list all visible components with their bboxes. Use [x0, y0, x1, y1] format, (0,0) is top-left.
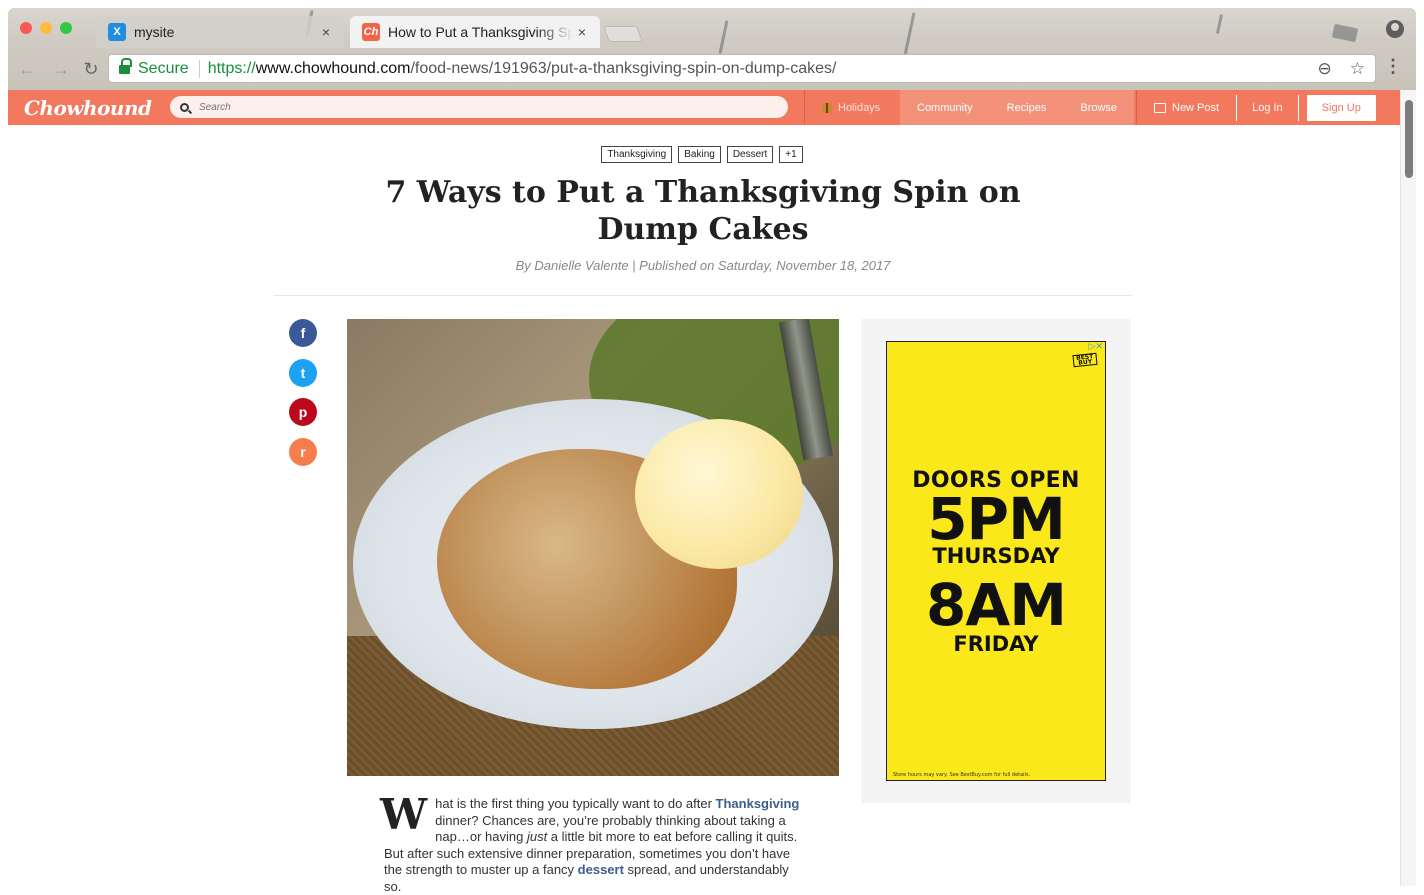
page-scrollbar[interactable]	[1400, 90, 1416, 886]
site-search	[170, 96, 788, 118]
ad-container: ▷✕ BEST BUY DOORS OPEN 5PM THURSDAY 8AM …	[861, 319, 1131, 803]
search-input[interactable]	[199, 101, 759, 113]
nav-browse[interactable]: Browse	[1063, 90, 1134, 125]
gift-icon	[822, 102, 832, 113]
drop-cap: W	[380, 790, 428, 839]
profile-icon[interactable]	[1386, 20, 1404, 38]
sign-up-button[interactable]: Sign Up	[1306, 94, 1376, 121]
wallpaper-streak	[718, 20, 729, 54]
scroll-thumb[interactable]	[1405, 100, 1413, 178]
ad-day-1: THURSDAY	[932, 544, 1060, 568]
wallpaper-streak	[1215, 13, 1224, 35]
reload-icon[interactable]: ↻	[80, 58, 102, 80]
nav-recipes[interactable]: Recipes	[990, 90, 1064, 125]
thanksgiving-link[interactable]: Thanksgiving	[716, 796, 800, 811]
body-text: hat is the first thing you typically wan…	[435, 796, 716, 811]
article-title: 7 Ways to Put a Thanksgiving Spin on Dum…	[385, 175, 1021, 247]
advertisement[interactable]: ▷✕ BEST BUY DOORS OPEN 5PM THURSDAY 8AM …	[886, 341, 1106, 781]
twitter-share-icon[interactable]: t	[289, 359, 317, 387]
tab-title: mysite	[134, 24, 175, 40]
browser-chrome: X mysite × Ch How to Put a Thanksgiving …	[8, 8, 1416, 90]
nav-community[interactable]: Community	[900, 90, 990, 125]
close-tab-icon[interactable]: ×	[574, 24, 590, 40]
site-header: Chowhound Holidays Community Recipes Bro…	[8, 90, 1400, 125]
minimize-window-button[interactable]	[40, 22, 52, 34]
ad-time-2: 8AM	[926, 571, 1067, 639]
new-post-button[interactable]: New Post	[1137, 90, 1236, 125]
best-buy-logo: BEST BUY	[1072, 352, 1098, 368]
article-body: What is the first thing you typically wa…	[380, 794, 804, 895]
bookmark-star-icon[interactable]: ☆	[1350, 59, 1365, 79]
chowhound-favicon-icon: Ch	[362, 23, 380, 41]
pinterest-share-icon[interactable]: p	[289, 398, 317, 426]
ad-time-1: 5PM	[927, 485, 1066, 553]
url-host: www.chowhound.com	[255, 59, 411, 77]
hero-image	[347, 319, 839, 776]
facebook-share-icon[interactable]: f	[289, 319, 317, 347]
url-text[interactable]: https://www.chowhound.com/food-news/1919…	[208, 60, 837, 78]
primary-nav: Community Recipes Browse	[900, 90, 1135, 125]
back-icon[interactable]: ←	[16, 58, 38, 80]
tag-list: Thanksgiving Baking Dessert +1	[0, 146, 1404, 163]
account-nav: New Post Log In Sign Up	[1136, 90, 1376, 125]
address-bar[interactable]: Secure https://www.chowhound.com/food-ne…	[108, 54, 1376, 83]
tab-chowhound[interactable]: Ch How to Put a Thanksgiving Spin on Dum…	[350, 16, 600, 48]
mysite-favicon-icon: X	[108, 23, 126, 41]
tab-mysite[interactable]: X mysite ×	[96, 16, 344, 48]
log-in-button[interactable]: Log In	[1236, 94, 1299, 121]
url-path: /food-news/191963/put-a-thanksgiving-spi…	[410, 59, 837, 77]
tag-more[interactable]: +1	[779, 146, 803, 163]
close-window-button[interactable]	[20, 22, 32, 34]
forward-icon[interactable]: →	[50, 58, 72, 80]
browser-menu-icon[interactable]: ⋮	[1384, 56, 1402, 77]
ad-choices-icon[interactable]: ▷✕	[1089, 342, 1103, 352]
edit-icon	[1154, 102, 1166, 113]
holidays-nav: Holidays	[804, 90, 898, 125]
tab-title: How to Put a Thanksgiving Spin on Dump C…	[388, 24, 574, 40]
tag-thanksgiving[interactable]: Thanksgiving	[601, 146, 673, 163]
tag-baking[interactable]: Baking	[678, 146, 721, 163]
nav-holidays[interactable]: Holidays	[805, 90, 897, 125]
search-icon	[180, 102, 189, 112]
new-post-label: New Post	[1172, 101, 1220, 114]
ad-fine-print: Store hours may vary. See BestBuy.com fo…	[893, 772, 1031, 778]
nav-holidays-label: Holidays	[838, 101, 881, 114]
ad-day-2: FRIDAY	[953, 632, 1039, 656]
article-byline: By Danielle Valente | Published on Satur…	[515, 258, 891, 273]
close-tab-icon[interactable]: ×	[318, 24, 334, 40]
divider	[274, 295, 1132, 296]
site-logo[interactable]: Chowhound	[24, 96, 152, 120]
tag-dessert[interactable]: Dessert	[726, 146, 774, 163]
secure-label: Secure	[138, 59, 200, 78]
maximize-window-button[interactable]	[60, 22, 72, 34]
dessert-link[interactable]: dessert	[578, 862, 624, 877]
toolbar: ← → ↻ Secure https://www.chowhound.com/f…	[8, 50, 1416, 90]
zoom-icon[interactable]: ⊖	[1318, 59, 1332, 79]
lock-icon	[119, 57, 132, 75]
url-scheme: https://	[207, 59, 256, 77]
new-tab-button[interactable]	[603, 26, 643, 42]
reddit-share-icon[interactable]: r	[289, 438, 317, 466]
emphasis: just	[526, 829, 548, 844]
wallpaper-streak	[1331, 23, 1359, 43]
